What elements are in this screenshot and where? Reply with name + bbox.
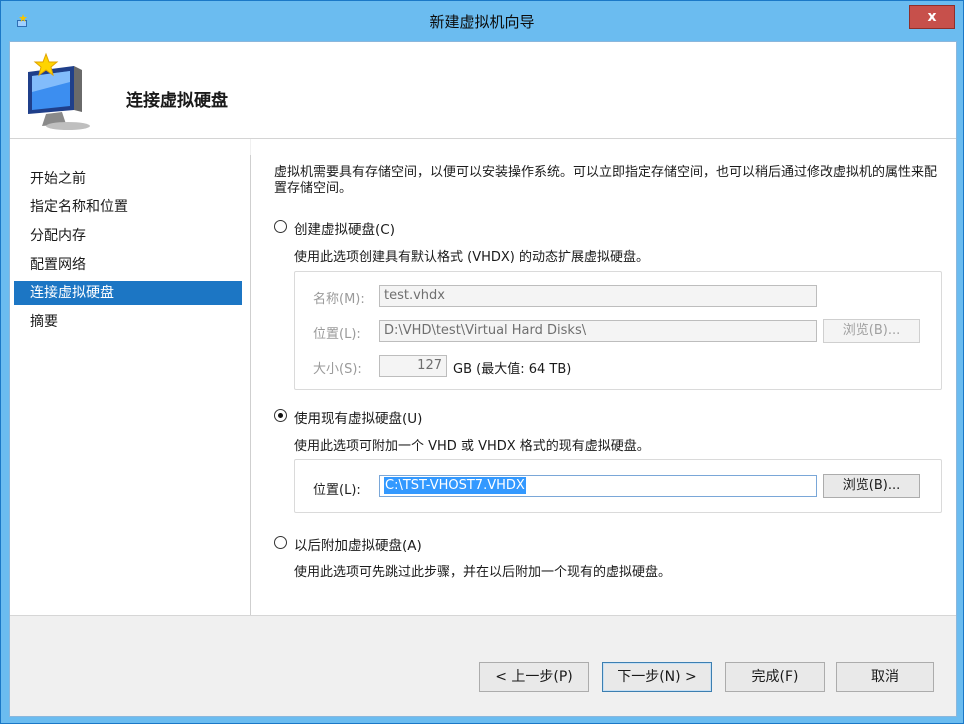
nav-step-configure-network[interactable]: 配置网络 — [14, 253, 242, 277]
create-browse-button[interactable]: 浏览(B)... — [823, 319, 920, 343]
vhd-size-input[interactable]: 127 — [379, 355, 447, 377]
wizard-client: 连接虚拟硬盘 开始之前 指定名称和位置 分配内存 配置网络 连接虚拟硬盘 摘要 … — [9, 41, 957, 717]
existing-vhd-group: 位置(L): C:\TST-VHOST7.VHDX 浏览(B)... — [294, 459, 942, 513]
cancel-button[interactable]: 取消 — [836, 662, 934, 692]
existing-browse-button[interactable]: 浏览(B)... — [823, 474, 920, 498]
vhd-name-label: 名称(M): — [313, 292, 365, 307]
attach-later-description: 使用此选项可先跳过此步骤，并在以后附加一个现有的虚拟硬盘。 — [294, 565, 672, 580]
attach-later-radio[interactable] — [274, 536, 287, 549]
page-title: 连接虚拟硬盘 — [126, 91, 228, 111]
attach-later-label[interactable]: 以后附加虚拟硬盘(A) — [294, 534, 422, 554]
existing-vhd-label[interactable]: 使用现有虚拟硬盘(U) — [294, 407, 422, 427]
intro-text: 虚拟机需要具有存储空间，以便可以安装操作系统。可以立即指定存储空间，也可以稍后通… — [274, 165, 938, 196]
existing-vhd-radio[interactable] — [274, 409, 287, 422]
vhd-location-input[interactable]: D:\VHD\test\Virtual Hard Disks\ — [379, 320, 817, 342]
create-vhd-label[interactable]: 创建虚拟硬盘(C) — [294, 218, 395, 238]
existing-vhd-description: 使用此选项可附加一个 VHD 或 VHDX 格式的现有虚拟硬盘。 — [294, 439, 650, 454]
monitor-wizard-icon — [28, 52, 90, 130]
nav-step-assign-memory[interactable]: 分配内存 — [14, 224, 242, 248]
wizard-steps-nav: 开始之前 指定名称和位置 分配内存 配置网络 连接虚拟硬盘 摘要 — [10, 139, 250, 615]
nav-step-connect-vhd[interactable]: 连接虚拟硬盘 — [14, 281, 242, 305]
vhd-size-label: 大小(S): — [313, 362, 362, 377]
finish-button[interactable]: 完成(F) — [725, 662, 825, 692]
existing-location-label: 位置(L): — [313, 483, 361, 498]
nav-step-name-location[interactable]: 指定名称和位置 — [14, 195, 242, 219]
previous-button[interactable]: < 上一步(P) — [479, 662, 589, 692]
wizard-footer: < 上一步(P) 下一步(N) > 完成(F) 取消 — [10, 616, 956, 716]
nav-step-summary[interactable]: 摘要 — [14, 310, 242, 334]
wizard-window: 新建虚拟机向导 x 连接虚拟硬盘 开始之前 指定名称和位置 分配内存 配置网络 … — [0, 0, 964, 724]
wizard-content: 虚拟机需要具有存储空间，以便可以安装操作系统。可以立即指定存储空间，也可以稍后通… — [251, 139, 956, 615]
close-button[interactable]: x — [909, 5, 955, 29]
vhd-size-unit: GB (最大值: 64 TB) — [453, 362, 572, 377]
existing-location-value: C:\TST-VHOST7.VHDX — [384, 477, 526, 494]
create-vhd-description: 使用此选项创建具有默认格式 (VHDX) 的动态扩展虚拟硬盘。 — [294, 250, 649, 265]
create-vhd-radio[interactable] — [274, 220, 287, 233]
vhd-name-input[interactable]: test.vhdx — [379, 285, 817, 307]
next-button[interactable]: 下一步(N) > — [602, 662, 712, 692]
nav-step-before-you-begin[interactable]: 开始之前 — [14, 167, 242, 191]
existing-location-input[interactable]: C:\TST-VHOST7.VHDX — [379, 475, 817, 497]
title-bar[interactable]: 新建虚拟机向导 x — [1, 1, 963, 41]
create-vhd-group: 名称(M): test.vhdx 位置(L): D:\VHD\test\Virt… — [294, 271, 942, 390]
vhd-location-label: 位置(L): — [313, 327, 361, 342]
wizard-header: 连接虚拟硬盘 — [10, 42, 956, 139]
window-title: 新建虚拟机向导 — [429, 13, 535, 31]
